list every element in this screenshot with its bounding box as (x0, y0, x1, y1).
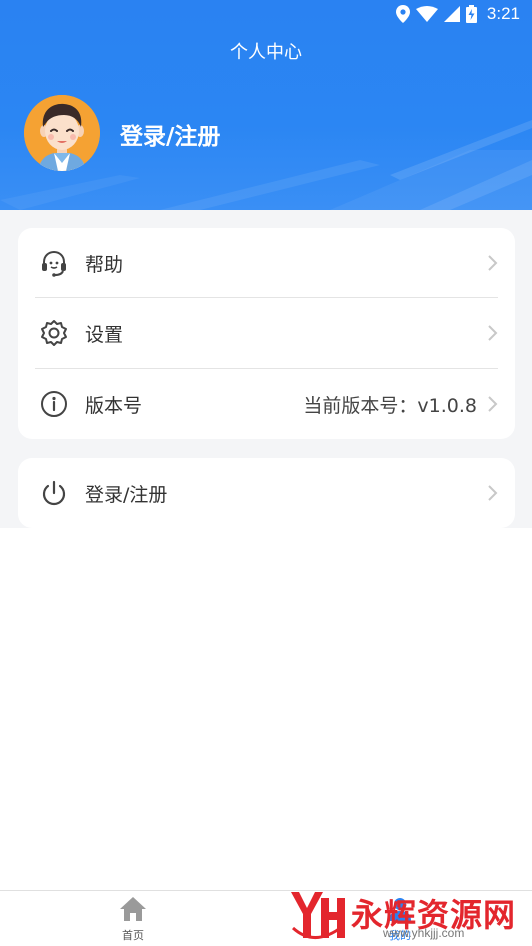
status-bar: 3:21 (0, 0, 532, 28)
watermark-url: www.yhkjjj.com (383, 926, 465, 940)
chevron-right-icon (488, 396, 498, 412)
menu-item-version[interactable]: 版本号 当前版本号：v1.0.8 (18, 369, 515, 439)
version-value: 当前版本号：v1.0.8 (303, 394, 477, 417)
chevron-right-icon (488, 485, 498, 501)
profile-header: 3:21 个人中心 登录/注册 (0, 0, 532, 210)
menu-card: 帮助 设置 版本号 当前版本号：v1.0.8 (18, 228, 515, 439)
chevron-right-icon (488, 325, 498, 341)
menu-item-login[interactable]: 登录/注册 (18, 458, 515, 528)
watermark-logo-icon (291, 892, 345, 939)
info-icon (41, 391, 67, 417)
signal-icon (443, 6, 460, 22)
chevron-right-icon (488, 255, 498, 271)
home-icon (120, 897, 146, 921)
menu-item-settings[interactable]: 设置 (18, 298, 515, 368)
location-icon (395, 5, 410, 23)
status-time: 3:21 (486, 4, 520, 23)
tab-label: 首页 (122, 929, 144, 942)
avatar[interactable] (24, 95, 100, 171)
headset-icon (42, 250, 66, 277)
menu-item-label: 版本号 (85, 394, 143, 417)
watermark: 永辉资源网 www.yhkjjj.com (285, 886, 525, 946)
page-title: 个人中心 (230, 42, 302, 63)
menu-item-label: 帮助 (85, 253, 124, 276)
gear-icon (41, 320, 67, 346)
tab-home[interactable]: 首页 (108, 896, 158, 944)
wifi-icon (415, 6, 438, 22)
login-card: 登录/注册 (18, 458, 515, 528)
login-register-link[interactable]: 登录/注册 (120, 117, 220, 151)
content-empty-area (0, 528, 532, 890)
menu-item-label: 设置 (85, 323, 124, 346)
battery-charging-icon (465, 5, 477, 23)
avatar-illustration (24, 95, 100, 171)
power-icon (42, 480, 66, 506)
menu-item-label: 登录/注册 (85, 483, 168, 506)
menu-item-help[interactable]: 帮助 (18, 228, 515, 298)
screen: 3:21 个人中心 登录/注册 帮助 设置 版本号 当前版本号：v1.0.8 登… (0, 0, 532, 946)
